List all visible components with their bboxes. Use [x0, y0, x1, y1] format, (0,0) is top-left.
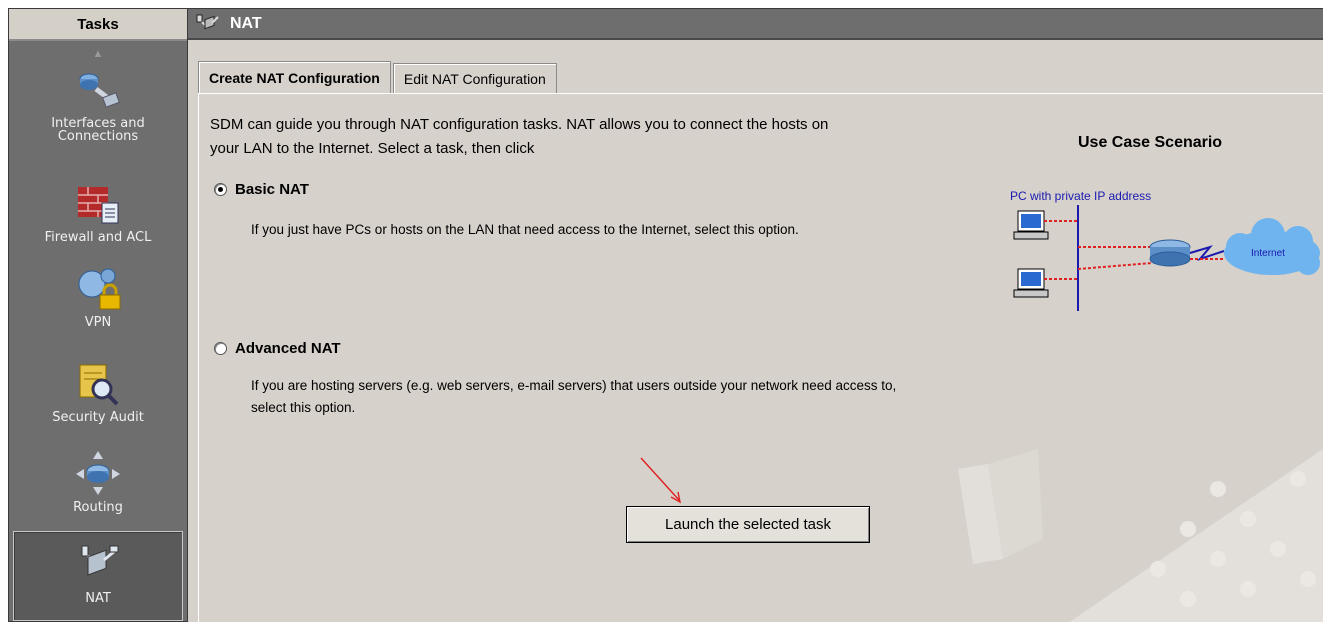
tasks-sidebar: Tasks ▲ Interfaces and Connections Firew…: [8, 8, 188, 622]
advanced-nat-description: If you are hosting servers (e.g. web ser…: [251, 378, 897, 415]
annotation-arrow-icon: [640, 457, 681, 504]
basic-nat-label: Basic NAT: [235, 181, 309, 198]
tab-edit-nat[interactable]: Edit NAT Configuration: [392, 63, 557, 93]
advanced-nat-option[interactable]: Advanced NAT: [214, 340, 341, 357]
use-case-title: Use Case Scenario: [1078, 134, 1223, 151]
internet-cloud-icon: Internet: [1224, 218, 1320, 275]
vpn-icon: [78, 268, 121, 310]
scroll-up-icon[interactable]: ▲: [9, 45, 187, 63]
tab-bar: Create NAT Configuration Edit NAT Config…: [198, 61, 559, 93]
launch-task-button[interactable]: Launch the selected task: [626, 506, 870, 543]
intro-text: SDM can guide you through NAT configurat…: [210, 116, 829, 157]
interfaces-icon: [79, 73, 120, 108]
sidebar-item-label: VPN: [84, 315, 112, 330]
sidebar-item-interfaces[interactable]: Interfaces and Connections: [9, 65, 187, 165]
use-case-diagram: PC with private IP address Internet: [1010, 189, 1323, 319]
sidebar-item-nat[interactable]: NAT: [13, 531, 183, 621]
sidebar-item-label: Interfaces and Connections: [51, 116, 145, 144]
basic-nat-radio[interactable]: [214, 183, 227, 196]
pc-icon: [1013, 210, 1049, 298]
sidebar-header: Tasks: [9, 9, 187, 41]
advanced-nat-radio[interactable]: [214, 342, 227, 355]
sidebar-item-routing[interactable]: Routing: [9, 449, 187, 529]
sidebar-item-firewall[interactable]: Firewall and ACL: [9, 179, 187, 259]
page-title: NAT: [230, 14, 262, 32]
firewall-icon: [78, 187, 119, 224]
sidebar-item-label: Firewall and ACL: [44, 230, 152, 245]
sidebar-item-label: NAT: [85, 591, 111, 606]
network-diagram: Internet: [1013, 205, 1320, 311]
window-title-bar: NAT: [188, 9, 1323, 40]
tab-create-nat[interactable]: Create NAT Configuration: [198, 61, 391, 93]
basic-nat-description: If you just have PCs or hosts on the LAN…: [251, 222, 799, 237]
basic-nat-option[interactable]: Basic NAT: [214, 181, 309, 198]
background-watermark: [958, 449, 1323, 622]
sidebar-item-label: Security Audit: [52, 410, 144, 425]
cloud-label: Internet: [1251, 248, 1285, 259]
router-icon: [1149, 239, 1191, 267]
sidebar-item-label: Routing: [73, 500, 123, 515]
routing-icon: [76, 451, 120, 495]
nat-icon: [196, 14, 219, 29]
nat-icon: [81, 545, 119, 576]
sidebar-item-security-audit[interactable]: Security Audit: [9, 359, 187, 439]
main-panel: NAT Create NAT Configuration Edit NAT Co…: [188, 8, 1323, 622]
sidebar-item-vpn[interactable]: VPN: [9, 264, 187, 346]
advanced-nat-label: Advanced NAT: [235, 340, 341, 357]
security-audit-icon: [79, 364, 119, 406]
